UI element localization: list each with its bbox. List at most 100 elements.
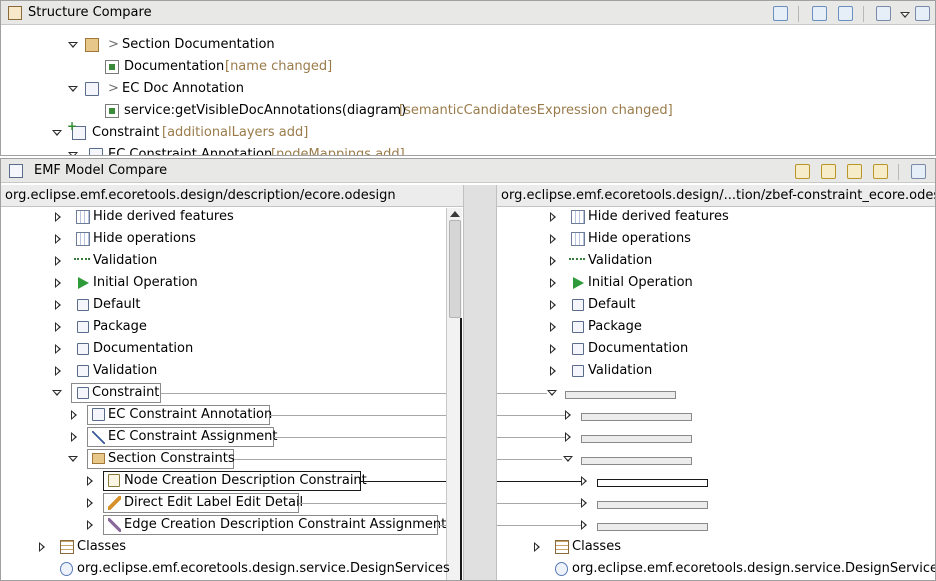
left-row-package[interactable]: Package bbox=[1, 316, 446, 338]
expand-toggle-icon[interactable] bbox=[55, 256, 61, 266]
right-placeholder-section-constraints[interactable] bbox=[497, 448, 935, 470]
previous-difference-icon[interactable] bbox=[873, 164, 888, 179]
expand-toggle-icon[interactable] bbox=[39, 542, 45, 552]
structure-row-constraint[interactable]: Constraint [additionalLayers add] bbox=[1, 120, 931, 144]
constraint-diff-box[interactable]: Constraint bbox=[71, 383, 161, 403]
expand-toggle-icon[interactable] bbox=[71, 410, 77, 420]
expand-toggle-icon[interactable] bbox=[563, 456, 573, 462]
right-row-hide-derived-features[interactable]: Hide derived features bbox=[497, 206, 935, 228]
diff-placeholder-box[interactable] bbox=[581, 457, 692, 465]
left-row-validation[interactable]: Validation bbox=[1, 250, 446, 272]
expand-toggle-icon[interactable] bbox=[581, 476, 587, 486]
next-difference-icon[interactable] bbox=[847, 164, 862, 179]
expand-toggle-icon[interactable] bbox=[550, 212, 556, 222]
expand-toggle-icon[interactable] bbox=[55, 212, 61, 222]
scroll-up-icon[interactable] bbox=[450, 211, 460, 217]
expand-all-icon[interactable] bbox=[812, 6, 827, 21]
left-row-documentation[interactable]: Documentation bbox=[1, 338, 446, 360]
save-icon[interactable] bbox=[773, 6, 788, 21]
group-by-icon[interactable] bbox=[876, 6, 891, 21]
expand-toggle-icon[interactable] bbox=[55, 300, 61, 310]
structure-row-section-documentation[interactable]: > Section Documentation bbox=[1, 34, 931, 56]
diff-placeholder-box[interactable] bbox=[597, 523, 708, 531]
expand-toggle-icon[interactable] bbox=[87, 476, 93, 486]
diff-placeholder-box[interactable] bbox=[597, 501, 708, 509]
left-row-initial-operation[interactable]: Initial Operation bbox=[1, 272, 446, 294]
structure-row-service-expression[interactable]: service:getVisibleDocAnnotations(diagram… bbox=[1, 100, 931, 122]
expand-toggle-icon[interactable] bbox=[581, 520, 587, 530]
left-row-design-services[interactable]: org.eclipse.emf.ecoretools.design.servic… bbox=[1, 558, 450, 580]
structure-row-documentation[interactable]: Documentation [name changed] bbox=[1, 56, 931, 78]
left-row-edge-creation-description-constraint-assignment[interactable]: Edge Creation Description Constraint Ass… bbox=[1, 514, 446, 536]
expand-toggle-icon[interactable] bbox=[68, 456, 78, 462]
right-row-documentation[interactable]: Documentation bbox=[497, 338, 935, 360]
expand-toggle-icon[interactable] bbox=[550, 366, 556, 376]
expand-toggle-icon[interactable] bbox=[68, 152, 78, 155]
right-row-design-services[interactable]: org.eclipse.emf.ecoretools.design.servic… bbox=[497, 558, 935, 580]
node-creation-diff-box[interactable]: Node Creation Description Constraint bbox=[103, 471, 367, 491]
diff-placeholder-box[interactable] bbox=[565, 391, 676, 399]
copy-all-left-icon[interactable] bbox=[821, 164, 836, 179]
expand-toggle-icon[interactable] bbox=[550, 322, 556, 332]
structure-row-ec-doc-annotation[interactable]: > EC Doc Annotation bbox=[1, 78, 931, 100]
left-row-ec-constraint-annotation[interactable]: EC Constraint Annotation bbox=[1, 404, 446, 426]
expand-toggle-icon[interactable] bbox=[55, 322, 61, 332]
right-row-validation-layer[interactable]: Validation bbox=[497, 360, 935, 382]
expand-toggle-icon[interactable] bbox=[87, 498, 93, 508]
expand-toggle-icon[interactable] bbox=[565, 410, 571, 420]
ec-constraint-assignment-diff-box[interactable]: EC Constraint Assignment bbox=[87, 427, 278, 447]
diff-placeholder-box[interactable] bbox=[597, 479, 708, 487]
filter-icon[interactable] bbox=[915, 6, 930, 21]
scroll-thumb[interactable] bbox=[449, 220, 461, 318]
left-row-direct-edit-label-edit-detail[interactable]: Direct Edit Label Edit Detail bbox=[1, 492, 446, 514]
right-placeholder-ec-constraint-assignment[interactable] bbox=[497, 426, 935, 448]
expand-toggle-icon[interactable] bbox=[581, 498, 587, 508]
left-row-constraint[interactable]: Constraint bbox=[1, 382, 446, 404]
left-vertical-scrollbar[interactable] bbox=[446, 208, 462, 580]
right-placeholder-ec-constraint-annotation[interactable] bbox=[497, 404, 935, 426]
right-row-default[interactable]: Default bbox=[497, 294, 935, 316]
expand-toggle-icon[interactable] bbox=[550, 278, 556, 288]
edge-creation-diff-box[interactable]: Edge Creation Description Constraint Ass… bbox=[103, 515, 446, 535]
expand-toggle-icon[interactable] bbox=[55, 366, 61, 376]
structure-row-ec-constraint-annotation[interactable]: EC Constraint Annotation [nodeMappings a… bbox=[1, 144, 931, 155]
expand-toggle-icon[interactable] bbox=[52, 390, 62, 396]
right-placeholder-direct-edit[interactable] bbox=[497, 492, 935, 514]
expand-toggle-icon[interactable] bbox=[71, 432, 77, 442]
right-placeholder-node-creation[interactable] bbox=[497, 470, 935, 492]
collapse-all-icon[interactable] bbox=[838, 6, 853, 21]
copy-all-right-icon[interactable] bbox=[795, 164, 810, 179]
expand-toggle-icon[interactable] bbox=[565, 432, 571, 442]
expand-toggle-icon[interactable] bbox=[550, 234, 556, 244]
expand-toggle-icon[interactable] bbox=[55, 344, 61, 354]
ec-constraint-annotation-diff-box[interactable]: EC Constraint Annotation bbox=[87, 405, 272, 425]
chevron-down-icon[interactable] bbox=[900, 12, 910, 18]
expand-toggle-icon[interactable] bbox=[68, 42, 78, 48]
merge-icon[interactable] bbox=[911, 164, 926, 179]
diff-placeholder-box[interactable] bbox=[581, 413, 692, 421]
left-row-classes[interactable]: Classes bbox=[1, 536, 446, 558]
expand-toggle-icon[interactable] bbox=[550, 344, 556, 354]
right-placeholder-edge-creation[interactable] bbox=[497, 514, 935, 536]
left-row-ec-constraint-assignment[interactable]: EC Constraint Assignment bbox=[1, 426, 446, 448]
direct-edit-diff-box[interactable]: Direct Edit Label Edit Detail bbox=[103, 493, 303, 513]
expand-toggle-icon[interactable] bbox=[87, 520, 93, 530]
expand-toggle-icon[interactable] bbox=[52, 130, 62, 136]
right-row-hide-operations[interactable]: Hide operations bbox=[497, 228, 935, 250]
left-row-validation-layer[interactable]: Validation bbox=[1, 360, 446, 382]
expand-toggle-icon[interactable] bbox=[550, 256, 556, 266]
left-row-hide-operations[interactable]: Hide operations bbox=[1, 228, 446, 250]
right-row-classes[interactable]: Classes bbox=[497, 536, 935, 558]
expand-toggle-icon[interactable] bbox=[55, 278, 61, 288]
left-row-hide-derived-features[interactable]: Hide derived features bbox=[1, 206, 446, 228]
section-constraints-diff-box[interactable]: Section Constraints bbox=[87, 449, 235, 469]
right-row-initial-operation[interactable]: Initial Operation bbox=[497, 272, 935, 294]
expand-toggle-icon[interactable] bbox=[547, 390, 557, 396]
expand-toggle-icon[interactable] bbox=[55, 234, 61, 244]
left-row-default[interactable]: Default bbox=[1, 294, 446, 316]
right-row-package[interactable]: Package bbox=[497, 316, 935, 338]
right-row-validation[interactable]: Validation bbox=[497, 250, 935, 272]
left-row-node-creation-description-constraint[interactable]: Node Creation Description Constraint bbox=[1, 470, 446, 492]
expand-toggle-icon[interactable] bbox=[534, 542, 540, 552]
right-placeholder-constraint[interactable] bbox=[497, 382, 935, 404]
